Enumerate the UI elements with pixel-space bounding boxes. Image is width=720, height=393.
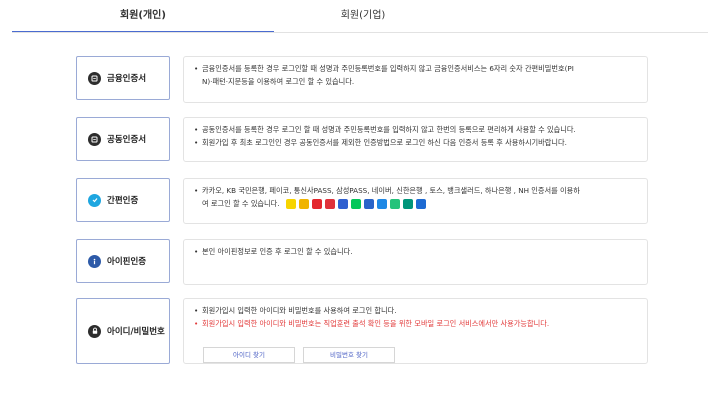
shield-check-icon xyxy=(88,193,101,207)
method-description: 회원가입시 입력한 아이디와 비밀번호를 사용하여 로그인 합니다. 회원가입시… xyxy=(183,298,648,364)
description-line: 회원가입시 입력한 아이디와 비밀번호를 사용하여 로그인 합니다. xyxy=(194,305,637,318)
financial-cert-button[interactable]: 금융인증서 xyxy=(76,56,170,100)
payco-logo-icon xyxy=(311,198,322,209)
hana-logo-icon xyxy=(402,198,413,209)
shinhan-logo-icon xyxy=(363,198,374,209)
toss-logo-icon xyxy=(376,198,387,209)
method-description: 카카오, KB 국민은행, 페이코, 통신사PASS, 삼성PASS, 네이버,… xyxy=(183,178,648,224)
pass-logo-icon xyxy=(324,198,335,209)
tab-personal-member[interactable]: 회원(개인) xyxy=(12,0,274,33)
description-line: 회원가입 후 최초 로그인인 경우 공동인증서를 제외한 인증방법으로 로그인 … xyxy=(194,137,637,150)
method-description: 본인 아이핀정보로 인증 후 로그인 할 수 있습니다. xyxy=(183,239,648,285)
method-label: 아이핀인증 xyxy=(107,257,147,267)
simple-auth-button[interactable]: 간편인증 xyxy=(76,178,170,222)
kb-logo-icon xyxy=(298,198,309,209)
member-type-tabs: 회원(개인) 회원(기업) xyxy=(12,0,708,33)
method-label: 아이디/비밀번호 xyxy=(107,327,165,337)
certificate-icon xyxy=(88,132,101,146)
description-line: 공동인증서를 등록한 경우 로그인 할 때 성명과 주민등록번호를 입력하지 않… xyxy=(194,124,637,137)
samsung-pass-logo-icon xyxy=(337,198,348,209)
description-line-with-logos: 여 로그인 할 수 있습니다. xyxy=(194,198,637,211)
nh-logo-icon xyxy=(415,198,426,209)
provider-logos xyxy=(285,198,426,209)
method-label: 공동인증서 xyxy=(107,135,147,145)
joint-cert-button[interactable]: 공동인증서 xyxy=(76,117,170,161)
description-line: 카카오, KB 국민은행, 페이코, 통신사PASS, 삼성PASS, 네이버,… xyxy=(194,185,637,198)
warning-line: 회원가입시 입력한 아이디와 비밀번호는 직업훈련 출석 확인 등을 위한 모바… xyxy=(194,318,637,331)
method-label: 간편인증 xyxy=(107,196,139,206)
lock-icon xyxy=(88,324,101,338)
tab-corporate-member[interactable]: 회원(기업) xyxy=(274,0,452,32)
find-password-button[interactable]: 비밀번호 찾기 xyxy=(303,347,395,363)
description-line: 본인 아이핀정보로 인증 후 로그인 할 수 있습니다. xyxy=(194,246,637,259)
description-text: 여 로그인 할 수 있습니다. xyxy=(202,198,280,208)
certificate-icon xyxy=(88,71,101,85)
description-line: 금융인증서를 등록한 경우 로그인할 때 성명과 주민등록번호를 입력하지 않고… xyxy=(194,63,637,76)
id-password-button[interactable]: 아이디/비밀번호 xyxy=(76,298,170,364)
method-label: 금융인증서 xyxy=(107,74,147,84)
method-description: 공동인증서를 등록한 경우 로그인 할 때 성명과 주민등록번호를 입력하지 않… xyxy=(183,117,648,162)
tab-divider xyxy=(12,32,708,33)
ipin-auth-button[interactable]: 아이핀인증 xyxy=(76,239,170,283)
naver-logo-icon xyxy=(350,198,361,209)
method-description: 금융인증서를 등록한 경우 로그인할 때 성명과 주민등록번호를 입력하지 않고… xyxy=(183,56,648,103)
banksalad-logo-icon xyxy=(389,198,400,209)
kakao-logo-icon xyxy=(285,198,296,209)
info-icon xyxy=(88,254,101,268)
find-id-button[interactable]: 아이디 찾기 xyxy=(203,347,295,363)
description-line: N)·패턴·지문등을 이용하여 로그인 할 수 있습니다. xyxy=(202,76,355,86)
